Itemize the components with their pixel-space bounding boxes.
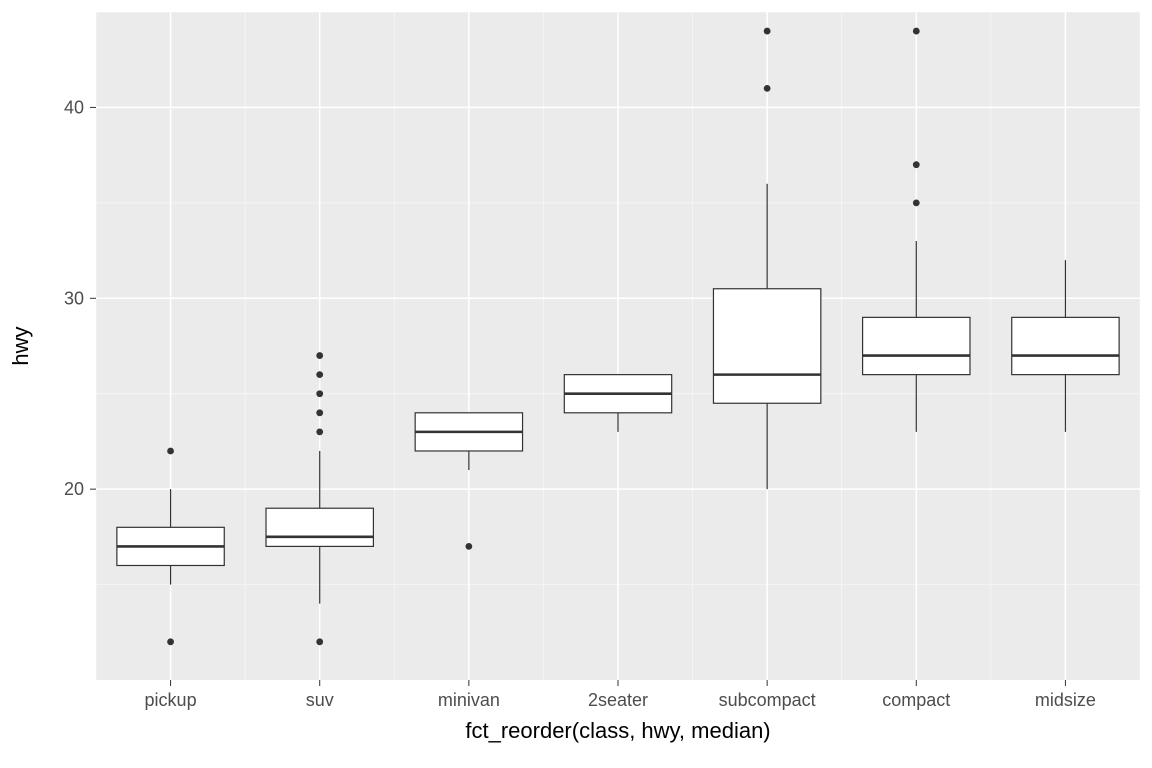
x-tick-label: pickup <box>145 690 197 710</box>
x-tick-label: minivan <box>438 690 500 710</box>
outlier-point <box>764 28 771 35</box>
outlier-point <box>167 638 174 645</box>
outlier-point <box>764 85 771 92</box>
outlier-point <box>316 352 323 359</box>
y-tick-label: 20 <box>64 479 84 499</box>
y-axis-title: hwy <box>8 326 33 365</box>
outlier-point <box>913 199 920 206</box>
outlier-point <box>316 390 323 397</box>
outlier-point <box>913 161 920 168</box>
y-tick-label: 30 <box>64 288 84 308</box>
outlier-point <box>316 409 323 416</box>
iqr-box <box>713 289 820 404</box>
x-tick-label: 2seater <box>588 690 648 710</box>
x-tick-label: suv <box>306 690 334 710</box>
iqr-box <box>266 508 373 546</box>
x-tick-label: subcompact <box>719 690 816 710</box>
outlier-point <box>465 543 472 550</box>
outlier-point <box>316 428 323 435</box>
iqr-box <box>863 317 970 374</box>
x-tick-label: compact <box>882 690 950 710</box>
outlier-point <box>167 448 174 455</box>
x-axis-title: fct_reorder(class, hwy, median) <box>465 718 770 743</box>
y-tick-label: 40 <box>64 97 84 117</box>
outlier-point <box>913 28 920 35</box>
boxplot-chart: 20 30 40 pickup suv minivan 2seater subcompact c… <box>0 0 1152 768</box>
outlier-point <box>316 638 323 645</box>
x-tick-label: midsize <box>1035 690 1096 710</box>
iqr-box <box>1012 317 1119 374</box>
outlier-point <box>316 371 323 378</box>
